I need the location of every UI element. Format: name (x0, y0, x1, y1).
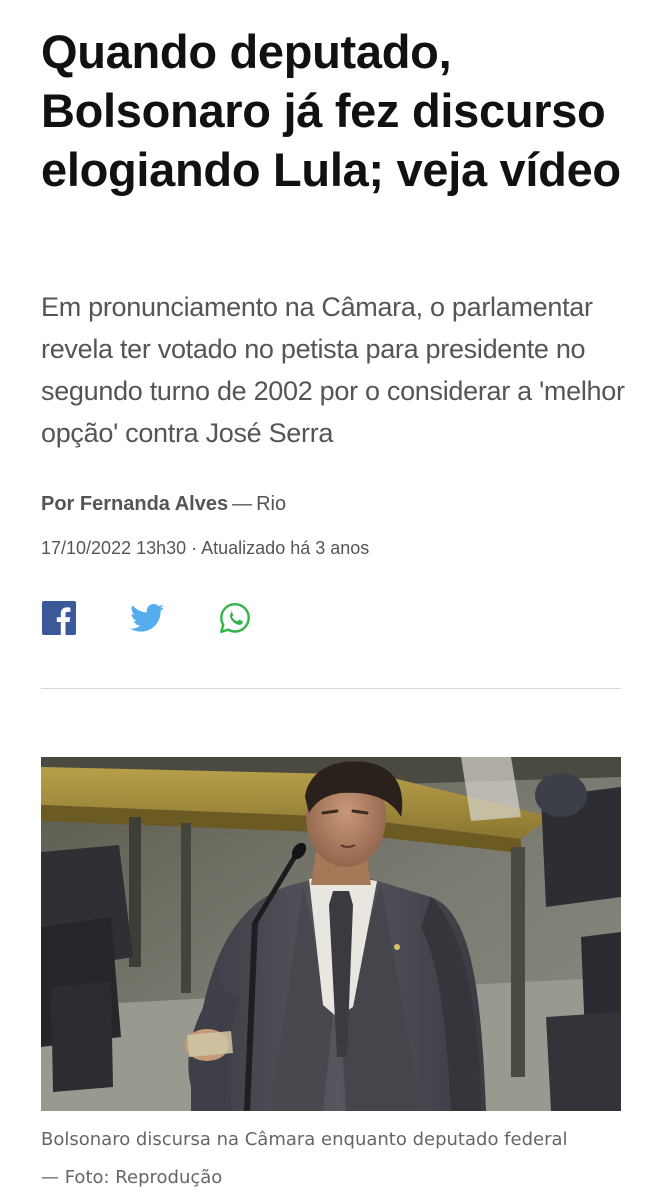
share-bar (41, 600, 305, 636)
twitter-icon (130, 603, 164, 632)
share-whatsapp-button[interactable] (217, 600, 253, 636)
share-facebook-button[interactable] (41, 600, 77, 636)
facebook-icon (42, 601, 76, 635)
subheadline: Em pronunciamento na Câmara, o parlament… (41, 292, 625, 448)
byline-separator: — (232, 493, 253, 515)
byline: Por Fernanda Alves — Rio (41, 491, 286, 517)
dateline: 17/10/2022 13h30 · Atualizado há 3 anos (41, 538, 370, 558)
photo-caption: Bolsonaro discursa na Câmara enquanto de… (41, 1129, 568, 1188)
share-twitter-button[interactable] (129, 600, 165, 636)
divider (41, 688, 621, 689)
chamber-speaker-illustration (41, 757, 621, 1111)
author-link[interactable]: Por Fernanda Alves (41, 493, 228, 515)
article-photo[interactable] (41, 757, 621, 1111)
byline-location: Rio (256, 493, 287, 515)
whatsapp-icon (220, 603, 250, 633)
headline: Quando deputado, Bolsonaro já fez discur… (41, 25, 621, 196)
